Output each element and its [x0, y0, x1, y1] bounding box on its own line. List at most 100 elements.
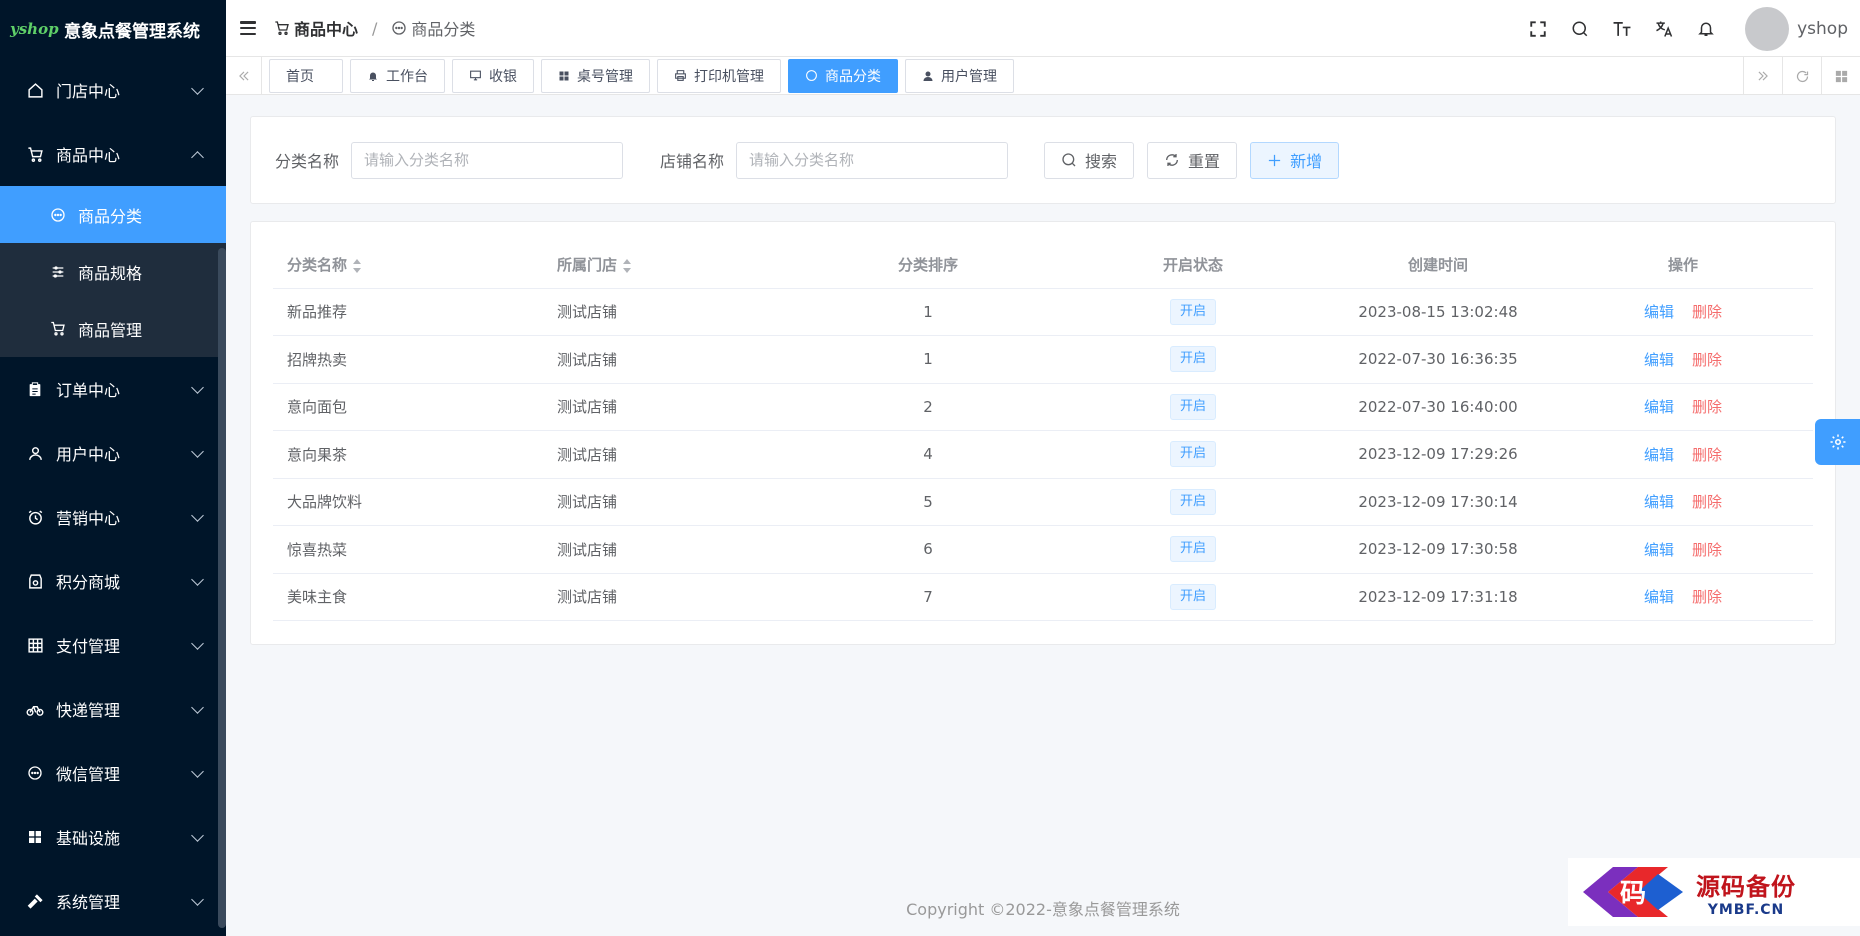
- tab-2[interactable]: 收银: [452, 58, 534, 93]
- tab-4[interactable]: 打印机管理: [657, 58, 781, 93]
- sidebar-item-bottom-3[interactable]: 积分商城: [0, 549, 226, 613]
- sidebar-item-label: 订单中心: [56, 381, 121, 400]
- edit-button[interactable]: 编辑: [1644, 493, 1674, 511]
- hamburger-icon[interactable]: [240, 21, 256, 35]
- double-chevron-left-icon: [238, 71, 248, 80]
- table-row: 招牌热卖 测试店铺 1 开启 2022-07-30 16:36:35 编辑 删除: [273, 335, 1813, 384]
- sidebar-item-goods-center[interactable]: 商品中心: [0, 122, 226, 186]
- sidebar-item-bottom-2[interactable]: 营销中心: [0, 485, 226, 549]
- scroll-right-button[interactable]: [1743, 57, 1782, 95]
- sidebar-item-label: 用户中心: [56, 445, 121, 464]
- tags-menu-button[interactable]: [1821, 57, 1860, 95]
- cell-status: 开启: [1063, 525, 1323, 574]
- svg-text:码: 码: [1620, 879, 1646, 909]
- search-icon[interactable]: [1559, 0, 1601, 57]
- table-row: 惊喜热菜 测试店铺 6 开启 2023-12-09 17:30:58 编辑 删除: [273, 525, 1813, 574]
- cell-actions: 编辑 删除: [1553, 288, 1813, 336]
- logo-mark: yshop: [10, 20, 59, 38]
- delete-button[interactable]: 删除: [1692, 351, 1722, 369]
- refresh-button[interactable]: [1782, 57, 1821, 95]
- sidebar-item-bottom-8[interactable]: 系统管理: [0, 869, 226, 933]
- sidebar-item-top-0[interactable]: 门店中心: [0, 58, 226, 122]
- tab-label: 首页: [286, 68, 314, 85]
- tab-1[interactable]: 工作台: [350, 58, 445, 93]
- status-badge: 开启: [1169, 488, 1216, 515]
- breadcrumb-label: 商品分类: [411, 20, 476, 39]
- sidebar-item-bottom-0[interactable]: 订单中心: [0, 357, 226, 421]
- logo[interactable]: yshop 意象点餐管理系统: [0, 0, 226, 58]
- edit-button[interactable]: 编辑: [1644, 541, 1674, 559]
- tab-3[interactable]: 桌号管理: [541, 58, 650, 93]
- cell-actions: 编辑 删除: [1553, 478, 1813, 526]
- status-badge: 开启: [1169, 441, 1216, 468]
- sidebar-item-bottom-4[interactable]: 支付管理: [0, 613, 226, 677]
- edit-button[interactable]: 编辑: [1644, 588, 1674, 606]
- avatar[interactable]: [1745, 6, 1790, 51]
- cell-actions: 编辑 删除: [1553, 335, 1813, 384]
- reset-button[interactable]: 重置: [1147, 141, 1238, 179]
- cell-name: 意向果茶: [273, 430, 543, 479]
- sidebar-subitem-1[interactable]: 商品规格: [0, 243, 226, 300]
- translate-icon[interactable]: [1643, 0, 1685, 57]
- sidebar-item-bottom-6[interactable]: 微信管理: [0, 741, 226, 805]
- settings-button[interactable]: [1815, 419, 1860, 465]
- status-badge: 开启: [1169, 346, 1216, 373]
- table-row: 美味主食 测试店铺 7 开启 2023-12-09 17:31:18 编辑 删除: [273, 573, 1813, 621]
- column-header-store[interactable]: 所属门店: [543, 242, 793, 289]
- delete-button[interactable]: 删除: [1692, 541, 1722, 559]
- tab-5[interactable]: 商品分类: [788, 58, 898, 93]
- add-button-label: 新增: [1290, 152, 1323, 171]
- search-button[interactable]: 搜索: [1044, 141, 1135, 179]
- app-title: 意象点餐管理系统: [64, 21, 200, 42]
- tab-label: 桌号管理: [577, 68, 633, 85]
- edit-button[interactable]: 编辑: [1644, 398, 1674, 416]
- sort-icon[interactable]: [352, 258, 362, 273]
- gear-icon: [1830, 434, 1845, 450]
- bell-icon[interactable]: [1685, 0, 1727, 57]
- breadcrumb-item-goods-center[interactable]: 商品中心: [274, 16, 358, 40]
- chevron-down-icon: [191, 509, 204, 522]
- add-button[interactable]: 新增: [1250, 141, 1340, 179]
- edit-button[interactable]: 编辑: [1644, 303, 1674, 321]
- grid-icon: [1835, 70, 1847, 82]
- delete-button[interactable]: 删除: [1692, 446, 1722, 464]
- sidebar-item-bottom-7[interactable]: 基础设施: [0, 805, 226, 869]
- column-header-name[interactable]: 分类名称: [273, 242, 543, 289]
- plus-icon: [1268, 154, 1281, 166]
- store-name-input[interactable]: [736, 141, 1009, 179]
- cell-actions: 编辑 删除: [1553, 430, 1813, 479]
- delete-button[interactable]: 删除: [1692, 588, 1722, 606]
- delete-button[interactable]: 删除: [1692, 398, 1722, 416]
- store-name-label: 店铺名称: [660, 152, 725, 171]
- delete-button[interactable]: 删除: [1692, 303, 1722, 321]
- cell-sort: 6: [793, 525, 1063, 574]
- user-icon: [922, 70, 934, 82]
- navbar-right: yshop: [1517, 0, 1860, 57]
- search-form: 分类名称 店铺名称 搜索 重置 新增: [250, 116, 1836, 204]
- column-header-status: 开启状态: [1063, 242, 1323, 289]
- delete-button[interactable]: 删除: [1692, 493, 1722, 511]
- sidebar-subitem-0[interactable]: 商品分类: [0, 186, 226, 243]
- chat-icon: [50, 207, 66, 223]
- scroll-left-button[interactable]: [226, 56, 262, 95]
- tab-6[interactable]: 用户管理: [905, 58, 1014, 93]
- status-badge: 开启: [1169, 298, 1216, 325]
- cell-actions: 编辑 删除: [1553, 573, 1813, 621]
- bell-icon: [367, 70, 379, 82]
- sidebar-item-bottom-1[interactable]: 用户中心: [0, 421, 226, 485]
- cart-icon: [26, 145, 44, 163]
- font-size-icon[interactable]: [1601, 0, 1643, 57]
- edit-button[interactable]: 编辑: [1644, 351, 1674, 369]
- sidebar-subitem-2[interactable]: 商品管理: [0, 300, 226, 357]
- grid-icon: [558, 70, 570, 82]
- sliders-icon: [50, 264, 66, 280]
- sidebar-scrollbar[interactable]: [218, 248, 226, 928]
- fullscreen-icon[interactable]: [1517, 0, 1559, 57]
- category-name-input[interactable]: [351, 141, 624, 179]
- sidebar-item-bottom-5[interactable]: 快递管理: [0, 677, 226, 741]
- sort-icon[interactable]: [622, 258, 632, 273]
- username[interactable]: yshop: [1797, 19, 1848, 39]
- tab-0[interactable]: 首页: [269, 58, 343, 93]
- edit-button[interactable]: 编辑: [1644, 446, 1674, 464]
- watermark-cn: 源码备份: [1696, 871, 1796, 901]
